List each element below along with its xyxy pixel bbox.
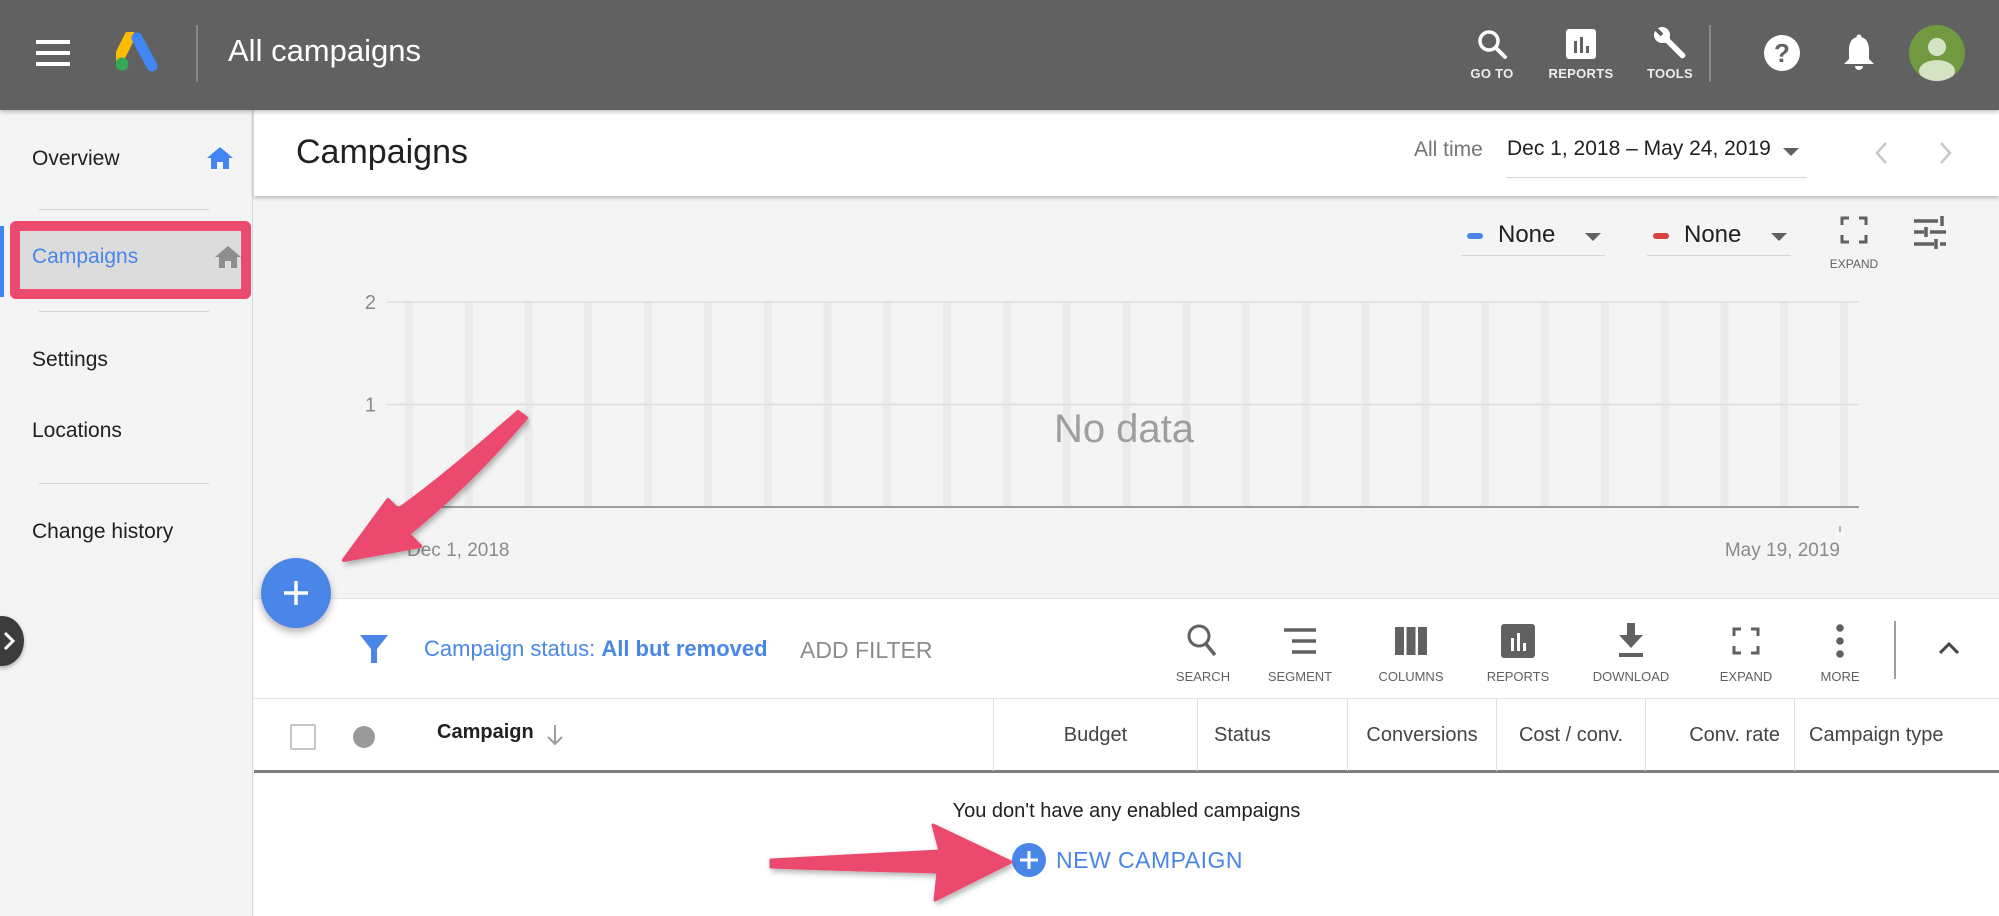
- goto-button[interactable]: GO TO: [1452, 24, 1532, 81]
- page-header: Campaigns All time Dec 1, 2018 – May 24,…: [254, 110, 1999, 196]
- expand-button[interactable]: EXPAND: [1706, 619, 1786, 684]
- account-avatar[interactable]: [1909, 25, 1965, 81]
- sidebar-item-campaigns[interactable]: Campaigns: [10, 221, 251, 299]
- search-icon: [1452, 24, 1532, 64]
- menu-icon[interactable]: [36, 40, 70, 66]
- more-button[interactable]: MORE: [1810, 619, 1870, 684]
- active-indicator: [0, 226, 4, 297]
- divider: [39, 209, 209, 210]
- columns-icon: [1371, 619, 1451, 663]
- add-filter-button[interactable]: ADD FILTER: [800, 637, 932, 664]
- chart-y-tick-label: 1: [365, 395, 376, 417]
- plus-icon: [284, 581, 308, 605]
- notifications-bell-icon[interactable]: [1836, 30, 1882, 76]
- person-icon: [1919, 38, 1955, 81]
- sidebar-item-label: Campaigns: [32, 245, 139, 268]
- home-icon[interactable]: [206, 146, 234, 170]
- sidebar: Overview Campaigns Settings Locations Ch…: [0, 110, 253, 916]
- chart-canvas: 1 2 Dec 1, 2018 May 19, 2019 No data: [365, 292, 1859, 561]
- table-header: Campaign Budget Status Conversions Cost …: [254, 698, 1999, 773]
- empty-message: You don't have any enabled campaigns: [952, 800, 1301, 822]
- plus-circle-icon: [1012, 843, 1046, 877]
- table-toolbar: Campaign status: All but removed ADD FIL…: [254, 598, 1999, 698]
- column-header-conv-rate[interactable]: Conv. rate: [1645, 699, 1794, 771]
- status-column-dot-icon[interactable]: [353, 726, 375, 748]
- filter-value: All but removed: [601, 636, 768, 661]
- date-range-picker[interactable]: Dec 1, 2018 – May 24, 2019: [1507, 132, 1807, 178]
- table-empty-state: You don't have any enabled campaigns NEW…: [254, 773, 1999, 916]
- divider: [196, 25, 198, 82]
- chart-x-tick-label: May 19, 2019: [1725, 540, 1840, 561]
- column-header-budget[interactable]: Budget: [993, 699, 1197, 771]
- date-range-label: All time: [1414, 138, 1483, 161]
- page-title: Campaigns: [296, 133, 468, 171]
- performance-chart: None None EXPAND 1 2 Dec 1, 2018 May 19, 20…: [254, 196, 1999, 598]
- account-title: All campaigns: [228, 33, 421, 68]
- download-button[interactable]: DOWNLOAD: [1584, 619, 1678, 684]
- reports-icon: [1478, 619, 1558, 663]
- column-header-conversions[interactable]: Conversions: [1347, 699, 1496, 771]
- home-icon: [215, 246, 241, 268]
- campaign-status-filter[interactable]: Campaign status: All but removed: [424, 636, 768, 662]
- column-header-campaign[interactable]: Campaign: [437, 721, 534, 744]
- sidebar-item-change-history[interactable]: Change history: [32, 520, 173, 544]
- segment-button[interactable]: SEGMENT: [1260, 619, 1340, 684]
- help-icon[interactable]: ?: [1759, 30, 1805, 76]
- column-header-campaign-type[interactable]: Campaign type: [1794, 699, 1999, 771]
- filter-label: Campaign status:: [424, 636, 602, 661]
- divider: [1894, 621, 1896, 679]
- top-app-bar: All campaigns GO TO REPORTS TOOLS ?: [0, 0, 1999, 110]
- new-campaign-button[interactable]: NEW CAMPAIGN: [1012, 842, 1243, 878]
- reports-button[interactable]: REPORTS: [1478, 619, 1558, 684]
- segment-icon: [1260, 619, 1340, 663]
- chart-no-data-message: No data: [1054, 407, 1195, 451]
- sidebar-item-overview[interactable]: Overview: [32, 147, 120, 171]
- dropdown-arrow-icon: [1783, 148, 1799, 156]
- columns-button[interactable]: COLUMNS: [1371, 619, 1451, 684]
- divider: [1709, 25, 1711, 82]
- sort-descending-icon[interactable]: [546, 723, 564, 747]
- reports-icon: [1541, 24, 1621, 64]
- add-fab-button[interactable]: [261, 558, 331, 628]
- collapse-chevron-up-icon[interactable]: [1934, 633, 1964, 663]
- chevron-left-icon[interactable]: [1872, 140, 1892, 166]
- chevron-right-icon[interactable]: [1935, 140, 1955, 166]
- divider: [39, 311, 209, 312]
- expand-icon: [1706, 619, 1786, 663]
- google-ads-logo[interactable]: [116, 32, 162, 72]
- wrench-icon: [1630, 24, 1710, 64]
- tools-button[interactable]: TOOLS: [1630, 24, 1710, 81]
- sidebar-item-settings[interactable]: Settings: [32, 348, 108, 372]
- more-vert-icon: [1810, 619, 1870, 663]
- chevron-right-icon: [3, 631, 16, 651]
- column-header-cost-per-conv[interactable]: Cost / conv.: [1496, 699, 1645, 771]
- svg-text:?: ?: [1774, 38, 1790, 68]
- date-range-value: Dec 1, 2018 – May 24, 2019: [1507, 137, 1771, 160]
- filter-icon[interactable]: [359, 633, 389, 665]
- column-header-status[interactable]: Status: [1197, 699, 1347, 771]
- chart-x-tick-label: Dec 1, 2018: [407, 540, 509, 561]
- reports-button[interactable]: REPORTS: [1541, 24, 1621, 81]
- search-button[interactable]: SEARCH: [1171, 619, 1235, 684]
- download-icon: [1584, 619, 1678, 663]
- chart-y-tick-label: 2: [365, 292, 376, 314]
- sidebar-item-locations[interactable]: Locations: [32, 419, 122, 443]
- search-icon: [1171, 619, 1235, 663]
- select-all-checkbox[interactable]: [290, 724, 316, 750]
- divider: [39, 483, 209, 484]
